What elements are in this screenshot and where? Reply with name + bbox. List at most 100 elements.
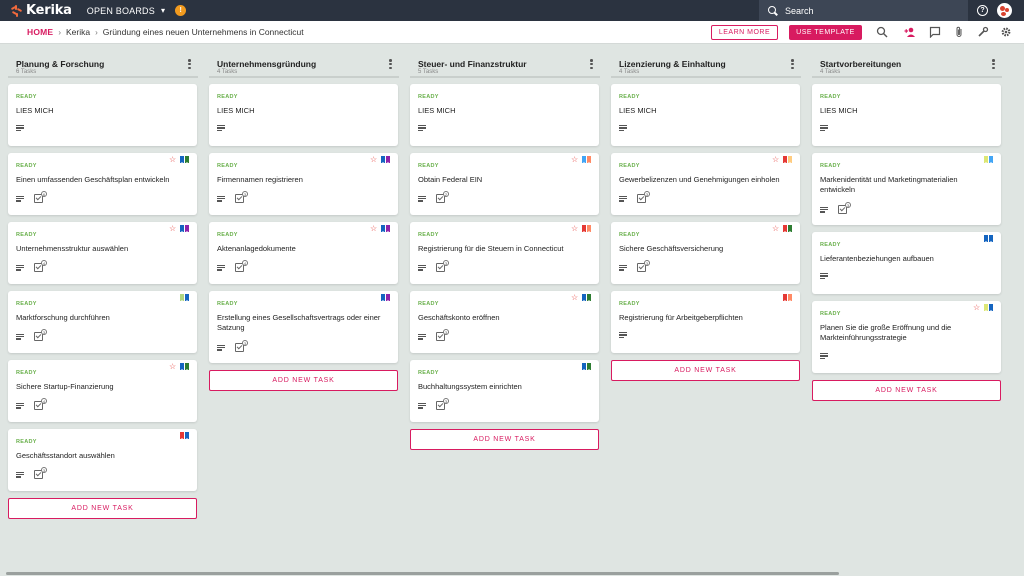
breadcrumb-home[interactable]: HOME	[27, 27, 53, 37]
more-vertical-icon[interactable]	[992, 59, 995, 69]
logo-text: Kerika	[26, 3, 72, 18]
task-card[interactable]: READY Marktforschung durchführen 3	[8, 291, 197, 353]
column-title[interactable]: Lizenzierung & Einhaltung	[619, 59, 726, 69]
color-tag-icon	[587, 156, 591, 164]
star-icon[interactable]: ☆	[571, 294, 578, 302]
star-icon[interactable]: ☆	[973, 304, 980, 312]
card-icons: 3	[217, 340, 248, 352]
task-card[interactable]: ☆ READY Aktenanlagedokumente 4	[209, 222, 398, 284]
star-icon[interactable]: ☆	[169, 225, 176, 233]
task-title: Aktenanlagedokumente	[217, 244, 296, 253]
column-title[interactable]: Planung & Forschung	[16, 59, 104, 69]
task-card[interactable]: ☆ READY Obtain Federal EIN 2	[410, 153, 599, 215]
task-card[interactable]: ☆ READY Sichere Geschäftsversicherung 3	[611, 222, 800, 284]
task-title: Marktforschung durchführen	[16, 313, 110, 322]
more-vertical-icon[interactable]	[590, 59, 593, 69]
add-person-icon[interactable]	[904, 26, 916, 38]
card-icons	[418, 125, 426, 131]
task-title: LIES MICH	[619, 106, 657, 115]
add-new-task-button[interactable]: ADD NEW TASK	[812, 380, 1001, 401]
search-icon[interactable]	[876, 26, 888, 38]
card-icons: 3	[217, 191, 248, 203]
color-tag-icon	[983, 235, 988, 243]
task-card[interactable]: ☆ READY Sichere Startup-Finanzierung 4	[8, 360, 197, 422]
attachment-icon[interactable]	[953, 26, 965, 38]
add-new-task-button[interactable]: ADD NEW TASK	[410, 429, 599, 450]
more-vertical-icon[interactable]	[791, 59, 794, 69]
board-column: Lizenzierung & Einhaltung 4 Tasks READY LIE…	[611, 52, 801, 381]
color-tag-icon	[386, 294, 390, 302]
card-tags	[983, 156, 993, 164]
star-icon[interactable]: ☆	[571, 225, 578, 233]
card-icons	[619, 332, 627, 338]
task-card[interactable]: READY Erstellung eines Gesellschaftsvertr…	[209, 291, 398, 363]
breadcrumb-account[interactable]: Kerika	[66, 27, 90, 37]
column-title[interactable]: Unternehmensgründung	[217, 59, 316, 69]
color-tag-icon	[185, 294, 189, 302]
task-card[interactable]: READY Markenidentität und Marketingmateri…	[812, 153, 1001, 225]
color-tag-icon	[782, 156, 787, 164]
star-icon[interactable]: ☆	[370, 156, 377, 164]
task-card[interactable]: ☆ READY Geschäftskonto eröffnen 3	[410, 291, 599, 353]
kerika-logo[interactable]: Kerika	[10, 3, 72, 18]
task-card[interactable]: READY LIES MICH	[812, 84, 1001, 146]
task-card[interactable]: ☆ READY Gewerbelizenzen und Genehmigungen …	[611, 153, 800, 215]
task-card[interactable]: READY LIES MICH	[209, 84, 398, 146]
task-card[interactable]: READY LIES MICH	[410, 84, 599, 146]
card-icons: 6	[16, 191, 47, 203]
star-icon[interactable]: ☆	[772, 225, 779, 233]
add-new-task-button[interactable]: ADD NEW TASK	[611, 360, 800, 381]
checklist-count: 3	[242, 191, 248, 197]
task-card[interactable]: READY Lieferantenbeziehungen aufbauen	[812, 232, 1001, 294]
card-tags	[581, 363, 591, 371]
use-template-button[interactable]: USE TEMPLATE	[789, 25, 862, 40]
horizontal-scrollbar[interactable]	[6, 572, 839, 575]
checklist-count: 4	[41, 260, 47, 266]
card-icons: 4	[16, 398, 47, 410]
search-icon	[768, 5, 778, 16]
task-card[interactable]: ☆ READY Registrierung für die Steuern in C…	[410, 222, 599, 284]
task-card[interactable]: ☆ READY Einen umfassenden Geschäftsplan en…	[8, 153, 197, 215]
card-icons	[619, 125, 627, 131]
avatar[interactable]	[997, 3, 1012, 18]
notification-badge[interactable]: !	[175, 5, 187, 16]
task-title: LIES MICH	[217, 106, 255, 115]
checklist-icon: 3	[838, 202, 851, 214]
card-tags: ☆	[772, 156, 792, 164]
chat-icon[interactable]	[929, 26, 941, 38]
board-column: Startvorbereitungen 4 Tasks READY LIES MICH…	[812, 52, 1002, 401]
add-new-task-button[interactable]: ADD NEW TASK	[209, 370, 398, 391]
star-icon[interactable]: ☆	[370, 225, 377, 233]
task-status: READY	[217, 163, 238, 169]
task-card[interactable]: READY Registrierung für Arbeitgeberpflich…	[611, 291, 800, 353]
wrench-icon[interactable]	[977, 26, 989, 38]
card-icons: 3	[820, 202, 851, 214]
star-icon[interactable]: ☆	[571, 156, 578, 164]
star-icon[interactable]: ☆	[169, 363, 176, 371]
task-card[interactable]: READY LIES MICH	[8, 84, 197, 146]
help-icon[interactable]: ?	[977, 5, 988, 16]
add-new-task-button[interactable]: ADD NEW TASK	[8, 498, 197, 519]
task-card[interactable]: READY LIES MICH	[611, 84, 800, 146]
description-icon	[217, 264, 225, 271]
task-card[interactable]: ☆ READY Planen Sie die große Eröffnung und…	[812, 301, 1001, 373]
search-bar[interactable]	[759, 0, 968, 21]
column-title[interactable]: Startvorbereitungen	[820, 59, 901, 69]
task-card[interactable]: ☆ READY Unternehmensstruktur auswählen 4	[8, 222, 197, 284]
task-card[interactable]: ☆ READY Firmennamen registrieren 3	[209, 153, 398, 215]
open-boards-menu[interactable]: OPEN BOARDS ▾	[87, 6, 165, 16]
task-status: READY	[619, 301, 640, 307]
more-vertical-icon[interactable]	[389, 59, 392, 69]
more-vertical-icon[interactable]	[188, 59, 191, 69]
description-icon	[217, 195, 225, 202]
learn-more-button[interactable]: LEARN MORE	[711, 25, 778, 40]
task-title: Einen umfassenden Geschäftsplan entwicke…	[16, 175, 170, 184]
column-title[interactable]: Steuer- und Finanzstruktur	[418, 59, 527, 69]
task-card[interactable]: READY Buchhaltungssystem einrichten 3	[410, 360, 599, 422]
search-input[interactable]	[785, 5, 935, 16]
gear-icon[interactable]	[1000, 26, 1012, 38]
task-card[interactable]: READY Geschäftsstandort auswählen 3	[8, 429, 197, 491]
star-icon[interactable]: ☆	[169, 156, 176, 164]
checklist-count: 4	[242, 260, 248, 266]
star-icon[interactable]: ☆	[772, 156, 779, 164]
